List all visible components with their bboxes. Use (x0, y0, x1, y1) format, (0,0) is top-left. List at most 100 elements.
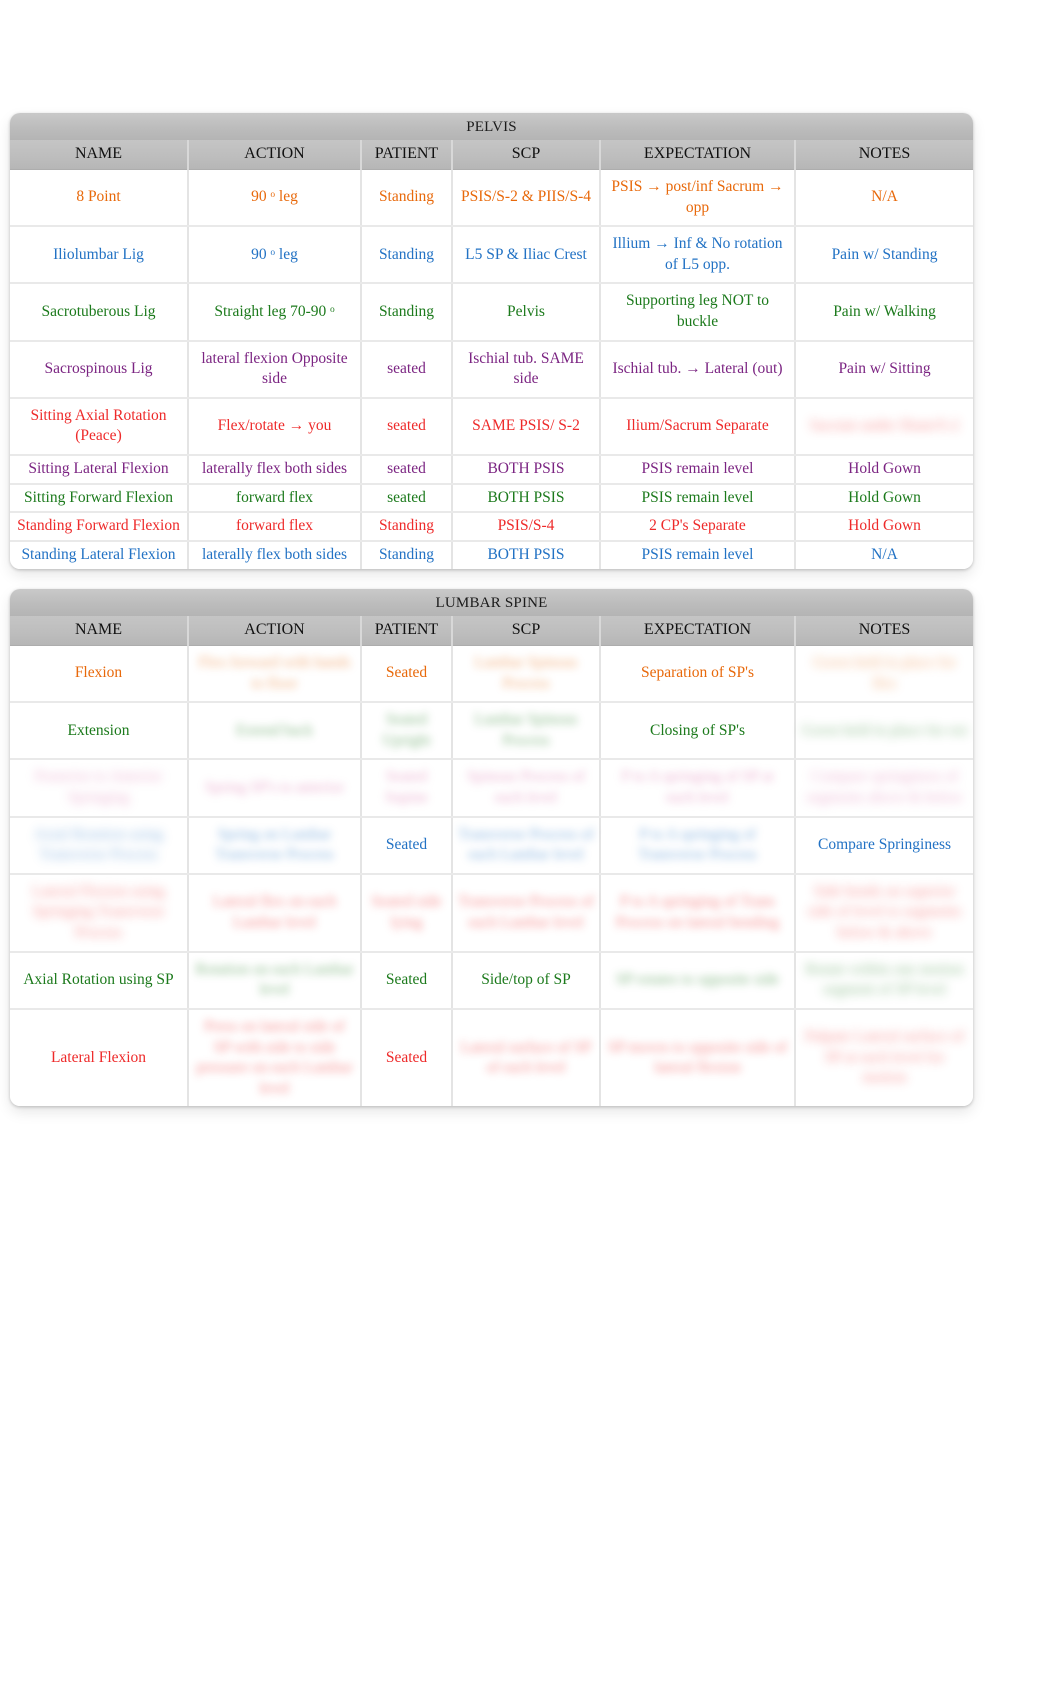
lumbar-cell-scp: Side/top of SP (452, 951, 601, 1010)
pelvis-column-header-row: NAME ACTION PATIENT SCP EXPECTATION NOTE… (10, 140, 973, 170)
redacted-text: Seated side lying (371, 893, 442, 931)
table-row: Axial Rotation using Transverse Process S… (10, 816, 973, 875)
pelvis-cell-scp: L5 SP & Iliac Crest (452, 226, 601, 285)
pelvis-cell-action: 90 ᵒ leg (188, 226, 362, 285)
lumbar-cell-expectation: P to A springing of Trans Process on lat… (600, 873, 796, 953)
pelvis-cell-patient: Standing (361, 226, 453, 285)
table-row: Lateral Flexion Press on lateral side of … (10, 1008, 973, 1107)
redacted-text: Palpate Lateral surface of SP at each le… (805, 1028, 964, 1087)
pelvis-cell-notes: Pain w/ Standing (795, 226, 973, 285)
pelvis-cell-name: 8 Point (10, 169, 189, 228)
pelvis-cell-action: laterally flex both sides (188, 540, 362, 569)
table-row: Sitting Axial Rotation (Peace) Flex/rotat… (10, 397, 973, 457)
lumbar-cell-scp: Transverse Process of each Lumbar level (452, 873, 601, 953)
lumbar-column-header-row: NAME ACTION PATIENT SCP EXPECTATION NOTE… (10, 616, 973, 646)
lumbar-cell-action: Lateral flex on each Lumbar level (188, 873, 362, 953)
pelvis-cell-action: laterally flex both sides (188, 455, 362, 485)
pelvis-cell-scp: Pelvis (452, 283, 601, 342)
pelvis-cell-notes: Hold Gown (795, 483, 973, 514)
redacted-text: SP rotates to opposite side (615, 971, 780, 988)
lumbar-cell-patient: Seated Upright (361, 702, 453, 761)
lumbar-cell-name: Lateral Flexion (10, 1008, 189, 1107)
lumbar-cell-notes: Compare springiness of segments above & … (795, 759, 973, 818)
table-row: Sitting Lateral Flexion laterally flex bo… (10, 455, 973, 485)
pelvis-cell-notes: N/A (795, 169, 973, 228)
lumbar-table-grid: LUMBAR SPINE NAME ACTION PATIENT SCP EXP… (10, 589, 973, 1107)
lumbar-header-patient: PATIENT (361, 616, 453, 646)
lumbar-header-action: ACTION (188, 616, 362, 646)
pelvis-table-grid: PELVIS NAME ACTION PATIENT SCP EXPECTATI… (10, 113, 973, 569)
lumbar-section-title-row: LUMBAR SPINE (10, 589, 973, 616)
redacted-text: Spinous Process of each level (467, 768, 585, 807)
redacted-text: Lateral surface of SP of each level (460, 1038, 592, 1077)
lumbar-cell-expectation: SP rotates to opposite side (600, 951, 796, 1010)
pelvis-cell-expectation: PSIS remain level (600, 455, 796, 485)
lumbar-cell-scp: Lumbar Spinous Process (452, 645, 601, 704)
pelvis-cell-patient: Standing (361, 540, 453, 569)
pelvis-header-name: NAME (10, 140, 189, 170)
table-row: Axial Rotation using SP Rotation on each … (10, 951, 973, 1010)
lumbar-cell-action: Press on lateral side of SP with side to… (188, 1008, 362, 1107)
redacted-text: Gown held in place for flex (813, 654, 956, 692)
redacted-text: Extend back (235, 721, 314, 739)
redacted-text: Transverse Process of each Lumbar level (458, 893, 594, 931)
pelvis-cell-name: Sacrotuberous Lig (10, 283, 189, 342)
pelvis-cell-expectation: Ischial tub. → Lateral (out) (600, 340, 796, 399)
lumbar-cell-patient: Seated side lying (361, 873, 453, 953)
pelvis-cell-patient: Standing (361, 512, 453, 542)
lumbar-cell-name: Lateral Flexion using Springing Transver… (10, 873, 189, 953)
redacted-text: Sacrum under Ilium/S-2 (809, 417, 960, 435)
pelvis-cell-notes: Hold Gown (795, 512, 973, 542)
pelvis-cell-expectation: PSIS remain level (600, 483, 796, 514)
pelvis-cell-expectation: Supporting leg NOT to buckle (600, 283, 796, 342)
redacted-text: Seated Supine (384, 768, 429, 807)
lumbar-header-expectation: EXPECTATION (600, 616, 796, 646)
pelvis-cell-scp: BOTH PSIS (452, 540, 601, 569)
pelvis-cell-name: Sitting Lateral Flexion (10, 455, 189, 485)
pelvis-cell-patient: seated (361, 397, 453, 457)
redacted-text: Rotate within one motion segment of SP l… (805, 960, 964, 999)
lumbar-cell-name: Axial Rotation using Transverse Process (10, 816, 189, 875)
redacted-text: P to A springing of Trans Process on lat… (615, 893, 780, 931)
pelvis-cell-action: Straight leg 70-90 ᵒ (188, 283, 362, 342)
lumbar-table-body: LUMBAR SPINE NAME ACTION PATIENT SCP EXP… (10, 589, 973, 1107)
redacted-text: Compare springiness of segments above & … (806, 768, 963, 807)
redacted-text: Press on lateral side of SP with side to… (196, 1017, 353, 1097)
pelvis-cell-notes: Sacrum under Ilium/S-2 (795, 397, 973, 457)
redacted-text: Flex forward with hands to floor (198, 654, 351, 692)
pelvis-cell-name: Standing Lateral Flexion (10, 540, 189, 569)
pelvis-header-notes: NOTES (795, 140, 973, 170)
lumbar-spine-table: LUMBAR SPINE NAME ACTION PATIENT SCP EXP… (10, 589, 973, 1107)
redacted-text: Axial Rotation using Transverse Process (33, 825, 164, 864)
pelvis-cell-action: 90 ᵒ leg (188, 169, 362, 228)
redacted-text: SP moves to opposite side of lateral fle… (608, 1038, 787, 1077)
pelvis-cell-scp: BOTH PSIS (452, 483, 601, 514)
lumbar-cell-action: Rotation on each Lumbar level (188, 951, 362, 1010)
pelvis-header-patient: PATIENT (361, 140, 453, 170)
lumbar-cell-action: Extend back (188, 702, 362, 761)
lumbar-cell-name: Posterior to Anterior Springing (10, 759, 189, 818)
pelvis-cell-name: Sacrospinous Lig (10, 340, 189, 399)
lumbar-cell-notes: Gown held in place for flex (795, 645, 973, 704)
lumbar-cell-scp: Lumbar Spinous Process (452, 702, 601, 761)
pelvis-cell-patient: seated (361, 483, 453, 514)
pelvis-cell-expectation: Ilium/Sacrum Separate (600, 397, 796, 457)
lumbar-header-scp: SCP (452, 616, 601, 646)
pelvis-cell-action: forward flex (188, 512, 362, 542)
pelvis-cell-patient: Standing (361, 283, 453, 342)
table-row: Standing Lateral Flexion laterally flex b… (10, 540, 973, 569)
table-row: Standing Forward Flexion forward flex Stan… (10, 512, 973, 542)
pelvis-cell-expectation: Illium → Inf & No rotation of L5 opp. (600, 226, 796, 285)
redacted-text: Lateral Flexion using Springing Transver… (32, 882, 165, 942)
pelvis-cell-notes: Pain w/ Walking (795, 283, 973, 342)
table-row: Iliolumbar Lig 90 ᵒ leg Standing L5 SP & Il… (10, 226, 973, 285)
lumbar-cell-patient: Seated (361, 951, 453, 1010)
redacted-text: Rotation on each Lumbar level (195, 960, 354, 999)
redacted-text: Seated Upright (382, 711, 431, 749)
lumbar-header-notes: NOTES (795, 616, 973, 646)
pelvis-cell-scp: PSIS/S-4 (452, 512, 601, 542)
pelvis-header-expectation: EXPECTATION (600, 140, 796, 170)
pelvis-cell-expectation: 2 CP's Separate (600, 512, 796, 542)
pelvis-cell-expectation: PSIS → post/inf Sacrum → opp (600, 169, 796, 228)
lumbar-cell-name: Flexion (10, 645, 189, 704)
